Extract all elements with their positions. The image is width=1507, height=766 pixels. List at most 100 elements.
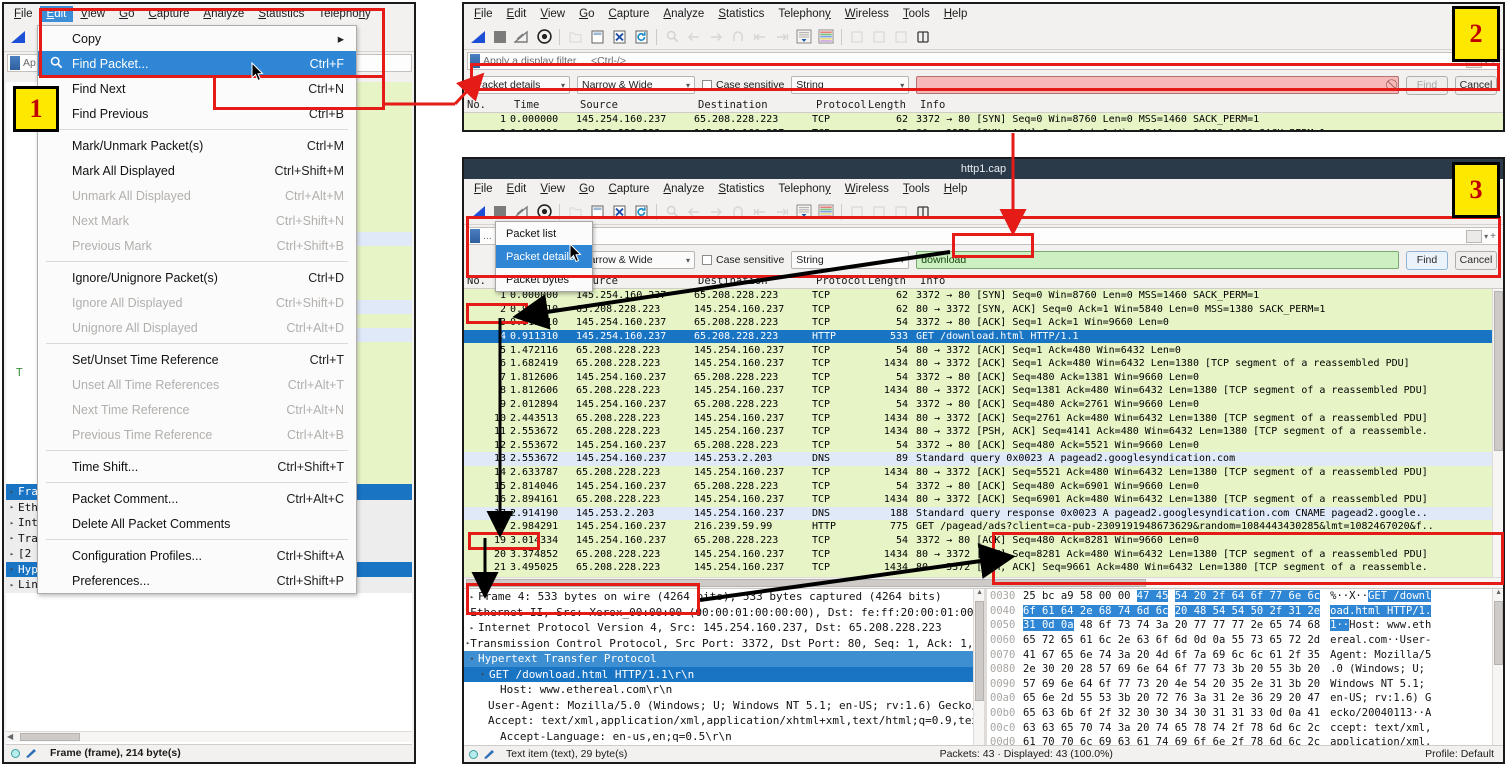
- edit-menu-item[interactable]: Find Packet... Ctrl+F: [38, 51, 356, 76]
- col-no[interactable]: No.: [464, 99, 510, 111]
- p3-detail-row[interactable]: ▸ GET /download.html HTTP/1.1\r\n: [464, 666, 984, 682]
- p3-detail-row[interactable]: ▾ Hypertext Transfer Protocol: [464, 651, 984, 667]
- panel3-packet-row[interactable]: 18 2.984291 145.254.160.237 216.239.59.9…: [464, 520, 1503, 534]
- edit-menu-item[interactable]: Unignore All Displayed Ctrl+Alt+D: [38, 315, 356, 340]
- panel3-packet-row[interactable]: 1 0.000000 145.254.160.237 65.208.228.22…: [464, 289, 1503, 303]
- p2-menu-help[interactable]: Help: [937, 6, 975, 22]
- hex-row[interactable]: 0050 31 0d 0a 48 6f 73 74 3a 20 77 77 77…: [987, 618, 1503, 633]
- p2-bookmark-icon[interactable]: [470, 54, 480, 68]
- p2-menu-telephony[interactable]: Telephony: [771, 6, 837, 22]
- expand-triangle-icon[interactable]: ▸: [6, 519, 18, 527]
- edit-menu-popup[interactable]: Copy ▸ Find Packet... Ctrl+F Find Next C…: [37, 25, 357, 594]
- panel2-packet-list[interactable]: 1 0.000000 145.254.160.237 65.208.228.22…: [464, 113, 1503, 130]
- scope-option[interactable]: Packet list: [496, 222, 592, 245]
- edit-menu-item[interactable]: Unset All Time References Ctrl+Alt+T: [38, 372, 356, 397]
- p3-col-protocol[interactable]: Protocol: [812, 275, 867, 287]
- p2-case-sensitive-checkbox[interactable]: Case sensitive: [702, 79, 784, 91]
- p2-menu-statistics[interactable]: Statistics: [711, 6, 771, 22]
- p2-find-scope-combo[interactable]: Packet details ▾: [470, 76, 570, 94]
- expand-triangle-icon[interactable]: ▸: [477, 670, 489, 678]
- save-file-icon[interactable]: [587, 27, 607, 47]
- edit-menu-item[interactable]: Set/Unset Time Reference Ctrl+T: [38, 347, 356, 372]
- panel2-display-filter[interactable]: Apply a display filter ... <Ctrl-/> ▾ +: [467, 52, 1500, 70]
- go-back-icon[interactable]: [684, 27, 704, 47]
- stop-capture-icon[interactable]: [490, 27, 510, 47]
- menu-edit[interactable]: Edit: [39, 6, 74, 22]
- panel3-packet-row[interactable]: 10 2.443513 65.208.228.223 145.254.160.2…: [464, 411, 1503, 425]
- panel3-hex-pane[interactable]: 0030 25 bc a9 58 00 00 47 45 54 20 2f 64…: [987, 589, 1503, 762]
- expand-triangle-icon[interactable]: ▾: [466, 655, 478, 663]
- find-packet-icon[interactable]: [662, 27, 682, 47]
- expand-triangle-icon[interactable]: ▸: [6, 565, 18, 573]
- panel3-packet-row[interactable]: 13 2.553672 145.254.160.237 145.253.2.20…: [464, 452, 1503, 466]
- p3-col-source[interactable]: Source: [576, 275, 694, 287]
- capture-options-icon[interactable]: [534, 27, 554, 47]
- restart-capture-icon[interactable]: [512, 27, 532, 47]
- p2-menu-capture[interactable]: Capture: [601, 6, 656, 22]
- zoom-in-icon[interactable]: [847, 27, 867, 47]
- edit-menu-item[interactable]: Ignore/Unignore Packet(s) Ctrl+D: [38, 265, 356, 290]
- p3-menu-tools[interactable]: Tools: [896, 181, 937, 197]
- panel3-packetlist-vscroll[interactable]: [1492, 289, 1503, 577]
- panel3-packet-row[interactable]: 17 2.914190 145.253.2.203 145.254.160.23…: [464, 506, 1503, 521]
- col-destination[interactable]: Destination: [694, 99, 812, 111]
- p3-col-info[interactable]: Info: [916, 275, 1503, 287]
- hex-row[interactable]: 00a0 65 6e 2d 55 53 3b 20 72 76 3a 31 2e…: [987, 691, 1503, 706]
- panel3-packet-row[interactable]: 15 2.814046 145.254.160.237 65.208.228.2…: [464, 479, 1503, 493]
- p3-detail-row[interactable]: ▸ Frame 4: 533 bytes on wire (4264 bits)…: [464, 589, 984, 605]
- start-capture-icon[interactable]: [468, 202, 488, 222]
- p3-detail-row[interactable]: ▸ Transmission Control Protocol, Src Por…: [464, 636, 984, 652]
- zoom-out-icon[interactable]: [869, 27, 889, 47]
- colorize-packets-icon[interactable]: [816, 27, 836, 47]
- p3-menu-edit[interactable]: Edit: [500, 181, 534, 197]
- close-file-icon[interactable]: [609, 27, 629, 47]
- go-forward-icon[interactable]: [706, 27, 726, 47]
- p3-menu-go[interactable]: Go: [572, 181, 601, 197]
- menu-analyze[interactable]: Analyze: [196, 6, 251, 22]
- p2-cancel-button[interactable]: Cancel: [1455, 75, 1497, 95]
- stop-capture-icon[interactable]: [490, 202, 510, 222]
- edit-menu-item[interactable]: Next Mark Ctrl+Shift+N: [38, 208, 356, 233]
- p3-menu-telephony[interactable]: Telephony: [771, 181, 837, 197]
- p2-menu-go[interactable]: Go: [572, 6, 601, 22]
- p3-filter-expression-icon[interactable]: [1466, 229, 1483, 243]
- autoscroll-icon[interactable]: [794, 202, 814, 222]
- edit-menu-item[interactable]: Unmark All Displayed Ctrl+Alt+M: [38, 183, 356, 208]
- menu-view[interactable]: View: [73, 6, 112, 22]
- p3-col-length[interactable]: Length: [864, 275, 916, 287]
- edit-menu-item[interactable]: Copy ▸: [38, 26, 356, 51]
- p3-find-input[interactable]: download: [916, 251, 1399, 269]
- edit-menu-item[interactable]: Find Next Ctrl+N: [38, 76, 356, 101]
- menu-statistics[interactable]: Statistics: [251, 6, 311, 22]
- edit-menu-item[interactable]: Preferences... Ctrl+Shift+P: [38, 568, 356, 593]
- scope-option[interactable]: Packet bytes: [496, 268, 592, 291]
- p2-find-type-combo[interactable]: String ▾: [791, 76, 910, 94]
- p3-menu-wireless[interactable]: Wireless: [838, 181, 896, 197]
- reload-file-icon[interactable]: [631, 27, 651, 47]
- go-to-packet-icon[interactable]: [728, 202, 748, 222]
- panel3-packet-row[interactable]: 12 2.553672 145.254.160.237 65.208.228.2…: [464, 438, 1503, 453]
- panel3-packet-row[interactable]: 2 0.911310 65.208.228.223 145.254.160.23…: [464, 302, 1503, 317]
- panel3-packet-row[interactable]: 3 0.911310 145.254.160.237 65.208.228.22…: [464, 316, 1503, 330]
- menu-go[interactable]: Go: [112, 6, 141, 22]
- p3-cancel-button[interactable]: Cancel: [1455, 250, 1497, 270]
- panel3-display-filter[interactable]: ... <Ctrl-/> ▾ +: [467, 227, 1500, 245]
- expand-triangle-icon[interactable]: ▸: [6, 503, 18, 511]
- zoom-out-icon[interactable]: [869, 202, 889, 222]
- bookmark-icon[interactable]: [10, 56, 20, 70]
- hex-row[interactable]: 00c0 63 63 65 70 74 3a 20 74 65 78 74 2f…: [987, 720, 1503, 735]
- panel3-detail-tree[interactable]: ▸ Frame 4: 533 bytes on wire (4264 bits)…: [464, 589, 984, 762]
- start-capture-icon[interactable]: [468, 27, 488, 47]
- edit-menu-item[interactable]: Previous Mark Ctrl+Shift+B: [38, 233, 356, 258]
- p3-find-button[interactable]: Find: [1406, 250, 1448, 270]
- p3-detail-row[interactable]: Accept-Language: en-us,en;q=0.5\r\n: [464, 729, 984, 745]
- p3-menu-capture[interactable]: Capture: [601, 181, 656, 197]
- zoom-reset-icon[interactable]: [891, 202, 911, 222]
- zoom-in-icon[interactable]: [847, 202, 867, 222]
- menu-file[interactable]: File: [7, 6, 40, 22]
- zoom-reset-icon[interactable]: [891, 27, 911, 47]
- p3-bookmark-icon[interactable]: [470, 229, 480, 243]
- p2-menu-tools[interactable]: Tools: [896, 6, 937, 22]
- hex-row[interactable]: 0030 25 bc a9 58 00 00 47 45 54 20 2f 64…: [987, 589, 1503, 604]
- find-packet-icon[interactable]: [662, 202, 682, 222]
